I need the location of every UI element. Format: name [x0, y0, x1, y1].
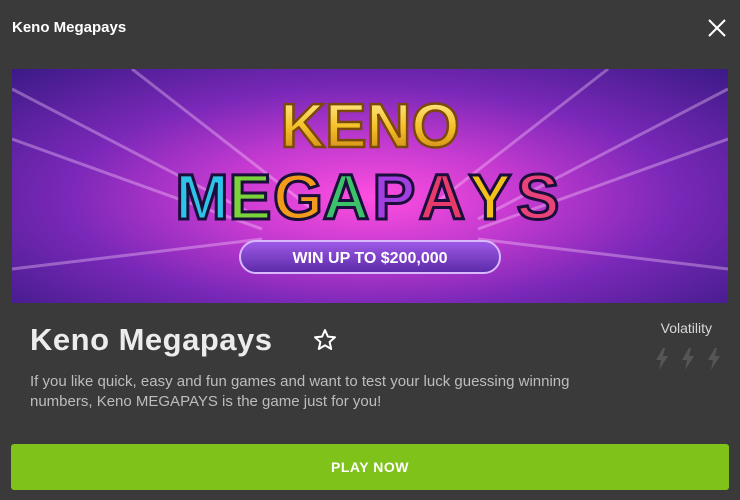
lightning-bolt-icon [682, 348, 694, 370]
volatility-meter [654, 348, 722, 370]
banner-letter: S [517, 161, 560, 233]
game-banner: KENO MEGAPAYS WIN UP TO $200,000 [12, 69, 728, 303]
banner-title-keno: KENO [280, 92, 459, 161]
volatility-label: Volatility [660, 320, 712, 336]
game-info-modal: Keno Megapays KENO M E G A P A Y S WIN U… [0, 0, 740, 500]
game-description: If you like quick, easy and fun games an… [30, 373, 570, 410]
modal-title: Keno Megapays [12, 19, 127, 36]
banner-title-megapays: MEGAPAYS [174, 160, 561, 235]
banner-letter: M [175, 161, 228, 233]
banner-letter: P [373, 161, 416, 233]
banner-tagline: WIN UP TO $200,000 [292, 250, 447, 267]
modal-header: Keno Megapays [0, 0, 740, 56]
close-icon [708, 19, 726, 37]
lightning-bolt-icon [708, 348, 720, 370]
banner-artwork: KENO MEGAPAYS WIN UP TO $200,000 [12, 69, 728, 274]
banner-letter: A [419, 161, 465, 233]
close-button[interactable] [706, 17, 728, 39]
banner-letter: Y [469, 161, 512, 233]
banner-letter: E [229, 161, 272, 233]
lightning-bolt-icon [656, 348, 668, 370]
favorite-button[interactable] [313, 328, 337, 352]
play-now-button[interactable]: PLAY NOW [11, 444, 729, 490]
star-icon [314, 329, 336, 350]
banner-letter: A [323, 161, 369, 233]
banner-letter: G [273, 161, 323, 233]
game-title: Keno Megapays [30, 322, 273, 357]
